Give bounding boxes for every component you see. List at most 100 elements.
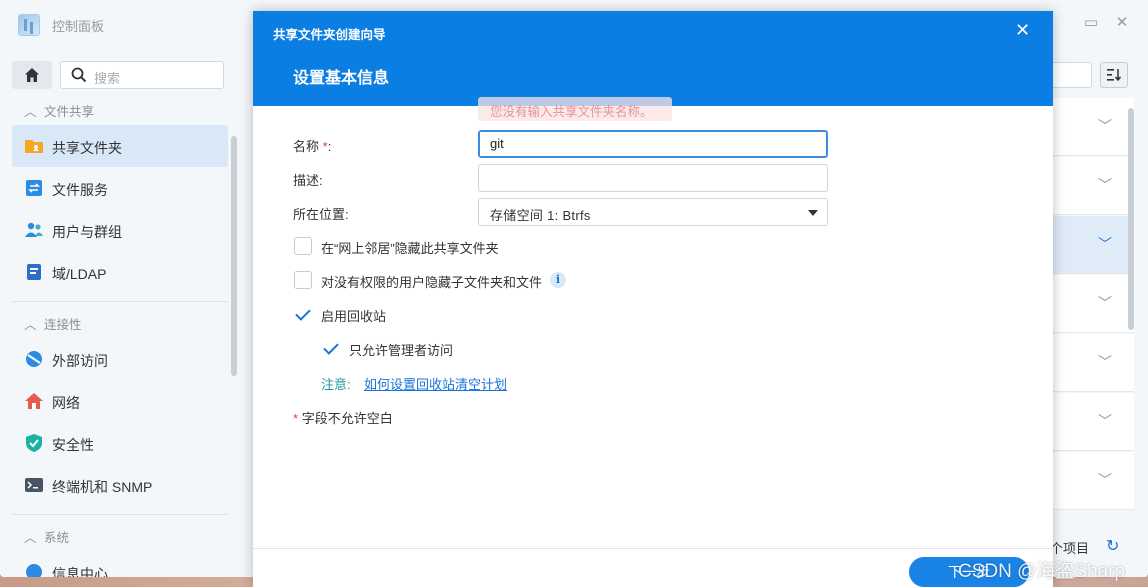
enable-recycle-bin-checkbox[interactable] [294, 305, 312, 323]
refresh-icon[interactable]: ↻ [1106, 536, 1119, 556]
users-icon [25, 222, 43, 237]
section-file-sharing[interactable]: ︿ 文件共享 [24, 101, 94, 120]
control-panel-logo-icon [18, 14, 40, 36]
chevron-down-icon[interactable]: ﹀ [1098, 175, 1112, 195]
sidebar-item-users-groups[interactable]: 用户与群组 [12, 209, 228, 251]
maximize-icon[interactable]: ▭ [1082, 14, 1100, 32]
sidebar-item-label: 终端机和 SNMP [52, 479, 153, 495]
name-input[interactable]: git [478, 130, 828, 158]
domain-icon [27, 264, 41, 280]
location-select[interactable]: 存储空间 1: Btrfs [478, 198, 828, 226]
sidebar-item-domain-ldap[interactable]: 域/LDAP [12, 251, 228, 293]
list-row[interactable]: ﹀ [1052, 98, 1134, 156]
sidebar-scrollbar[interactable] [231, 136, 237, 376]
section-label: 文件共享 [44, 105, 95, 119]
chevron-down-icon[interactable]: ﹀ [1098, 411, 1112, 431]
sidebar-item-label: 外部访问 [52, 353, 108, 369]
hide-subfolders-label: 对没有权限的用户隐藏子文件夹和文件 [321, 275, 543, 290]
footer-divider [253, 548, 1053, 549]
shield-icon [26, 434, 42, 452]
chevron-up-icon: ︿ [24, 531, 37, 545]
description-label: 描述: [293, 173, 323, 188]
section-label: 连接性 [44, 318, 82, 332]
wizard-app-title: 共享文件夹创建向导 [273, 28, 386, 42]
list-row[interactable]: ﹀ [1052, 452, 1134, 510]
sort-icon [1107, 69, 1122, 82]
sidebar-item-label: 域/LDAP [52, 266, 107, 282]
required-footnote: * 字段不允许空白 [293, 408, 393, 427]
chevron-down-icon[interactable]: ﹀ [1098, 470, 1112, 490]
sidebar-item-label: 共享文件夹 [52, 140, 122, 156]
terminal-icon [25, 478, 43, 492]
file-services-icon [26, 180, 42, 196]
section-connectivity[interactable]: ︿ 连接性 [24, 314, 82, 333]
list-search-input[interactable] [1052, 62, 1092, 88]
admin-only-label: 只允许管理者访问 [349, 343, 454, 358]
chevron-up-icon: ︿ [24, 105, 37, 119]
folder-icon [25, 140, 43, 153]
hide-in-network-checkbox[interactable] [294, 237, 312, 255]
validation-tooltip: 您没有输入共享文件夹名称。 [478, 97, 672, 121]
divider [12, 514, 228, 515]
home-button[interactable] [12, 61, 52, 89]
shared-folder-list-area: ﹀ ﹀ ﹀ ﹀ ﹀ ﹀ ﹀ 个项目 ↻ [1050, 48, 1148, 577]
hide-subfolders-checkbox[interactable] [294, 271, 312, 289]
location-label: 所在位置: [293, 207, 349, 222]
create-shared-folder-wizard: 共享文件夹创建向导 ✕ 设置基本信息 您没有输入共享文件夹名称。 名称 *: g… [253, 11, 1053, 587]
recycle-bin-schedule-link[interactable]: 如何设置回收站清空计划 [364, 374, 507, 393]
list-row[interactable]: ﹀ [1052, 157, 1134, 215]
sidebar-item-label: 安全性 [52, 437, 94, 453]
sidebar-item-network[interactable]: 网络 [12, 380, 228, 422]
sidebar-item-label: 网络 [52, 395, 80, 411]
chevron-down-icon[interactable]: ﹀ [1098, 293, 1112, 313]
watermark: CSDN @海盗Sharp [958, 561, 1126, 582]
info-center-icon [26, 564, 42, 577]
control-panel-title: 控制面板 [52, 19, 105, 34]
sidebar-item-label: 信息中心 [52, 566, 108, 577]
footnote-text: 字段不允许空白 [301, 411, 393, 426]
chevron-down-icon[interactable]: ﹀ [1098, 352, 1112, 372]
list-scrollbar[interactable] [1128, 108, 1134, 330]
close-icon[interactable]: ✕ [1015, 20, 1030, 41]
sidebar-search-input[interactable]: 搜索 [60, 61, 224, 89]
location-value: 存储空间 1: Btrfs [490, 208, 591, 223]
info-icon[interactable]: i [550, 272, 566, 288]
wizard-step-title: 设置基本信息 [293, 70, 390, 87]
search-icon [71, 67, 87, 83]
caret-down-icon [808, 210, 818, 216]
sidebar-item-shared-folder[interactable]: 共享文件夹 [12, 125, 228, 167]
list-row[interactable]: ﹀ [1052, 334, 1134, 392]
sidebar-item-file-services[interactable]: 文件服务 [12, 167, 228, 209]
list-row[interactable]: ﹀ [1052, 393, 1134, 451]
sidebar-item-label: 用户与群组 [52, 224, 122, 240]
network-home-icon [25, 393, 43, 409]
chevron-down-icon[interactable]: ﹀ [1098, 116, 1112, 136]
list-row[interactable]: ﹀ [1052, 275, 1134, 333]
tooltip-text: 您没有输入共享文件夹名称。 [490, 105, 653, 119]
close-window-icon[interactable]: ✕ [1113, 14, 1131, 32]
hide-in-network-label: 在“网上邻居”隐藏此共享文件夹 [321, 241, 499, 256]
admin-only-checkbox[interactable] [322, 339, 340, 357]
section-system[interactable]: ︿ 系统 [24, 527, 69, 546]
sort-button[interactable] [1100, 62, 1128, 88]
note-label: 注意: [321, 377, 351, 392]
name-label-text: 名称 [293, 139, 320, 154]
name-label: 名称 *: [293, 136, 331, 155]
section-label: 系统 [44, 531, 70, 545]
home-icon [25, 68, 39, 82]
external-access-icon [26, 351, 42, 367]
sidebar-item-external-access[interactable]: 外部访问 [12, 338, 228, 380]
enable-recycle-bin-label: 启用回收站 [321, 309, 387, 324]
list-row-selected[interactable]: ﹀ [1052, 216, 1134, 274]
search-placeholder: 搜索 [94, 71, 121, 86]
sidebar-item-info-center[interactable]: 信息中心 [12, 551, 228, 577]
item-count: 个项目 [1050, 541, 1090, 556]
label-colon: : [327, 139, 332, 154]
chevron-up-icon: ︿ [24, 318, 37, 332]
chevron-down-icon[interactable]: ﹀ [1098, 234, 1112, 254]
sidebar-item-terminal-snmp[interactable]: 终端机和 SNMP [12, 464, 228, 506]
divider [12, 301, 228, 302]
sidebar-item-security[interactable]: 安全性 [12, 422, 228, 464]
description-input[interactable] [478, 164, 828, 192]
wizard-header: 共享文件夹创建向导 ✕ 设置基本信息 [253, 11, 1053, 106]
